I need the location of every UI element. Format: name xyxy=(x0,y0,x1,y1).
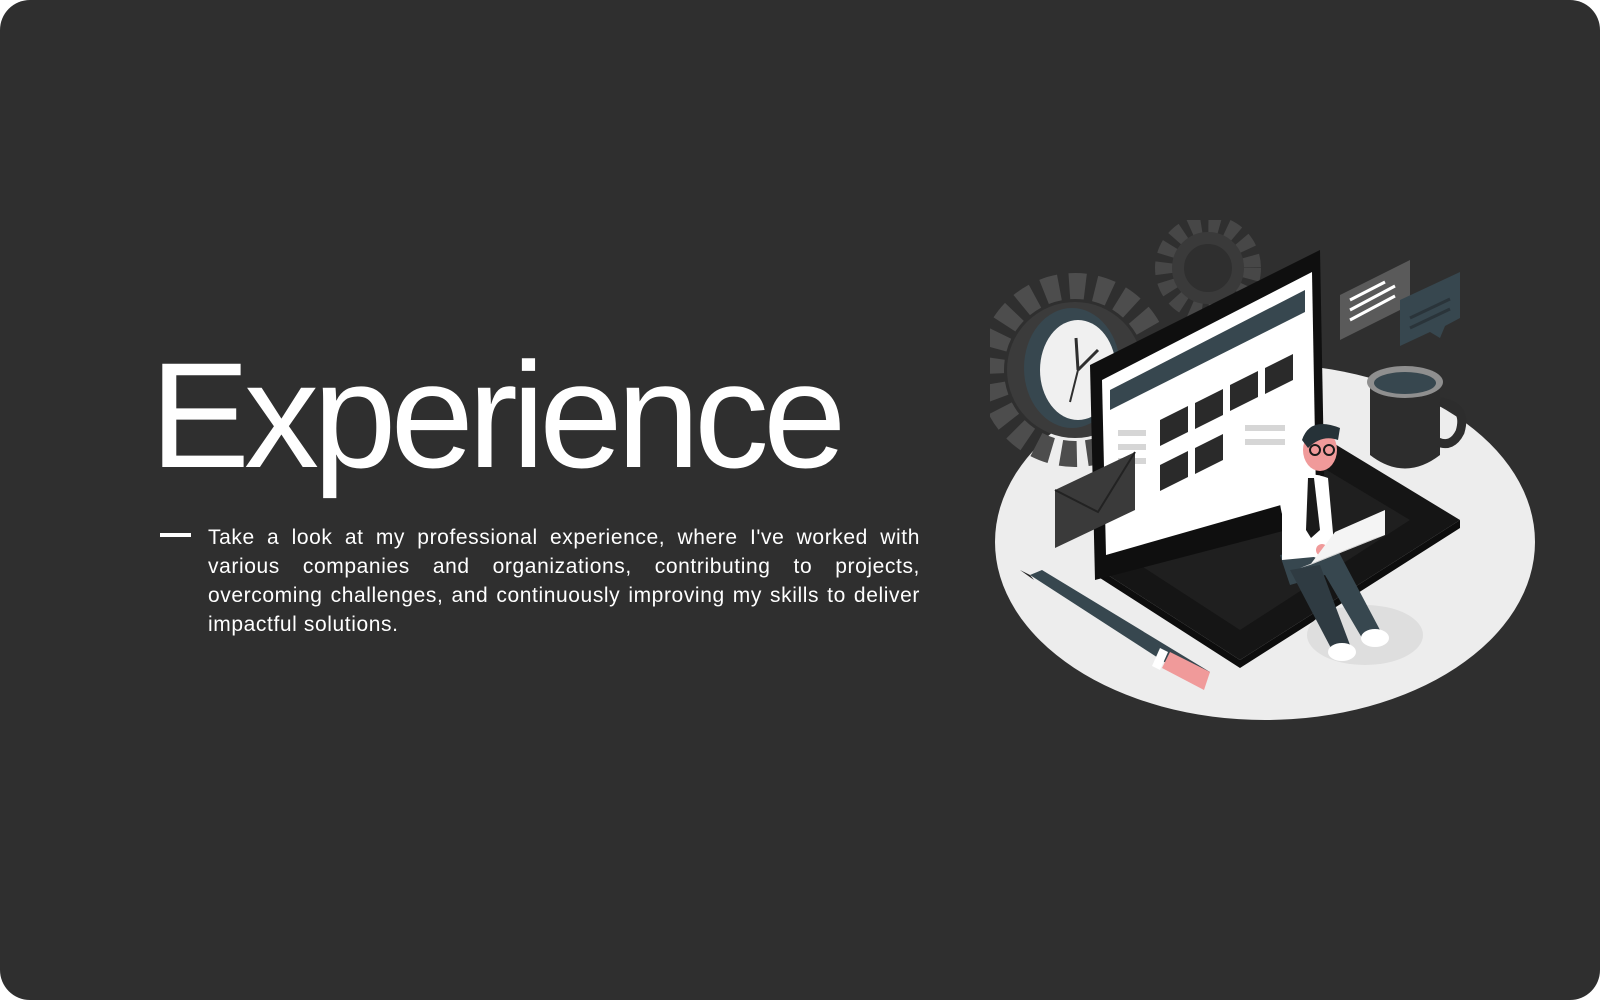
description-text: Take a look at my professional experienc… xyxy=(208,526,920,636)
page-title: Experience xyxy=(150,331,846,499)
dash-divider xyxy=(160,533,191,537)
chat-bubble-icon xyxy=(1340,260,1410,340)
description-block: Take a look at my professional experienc… xyxy=(160,523,920,639)
experience-section: Experience Take a look at my professiona… xyxy=(0,0,1600,1000)
person-working-illustration xyxy=(990,220,1535,720)
